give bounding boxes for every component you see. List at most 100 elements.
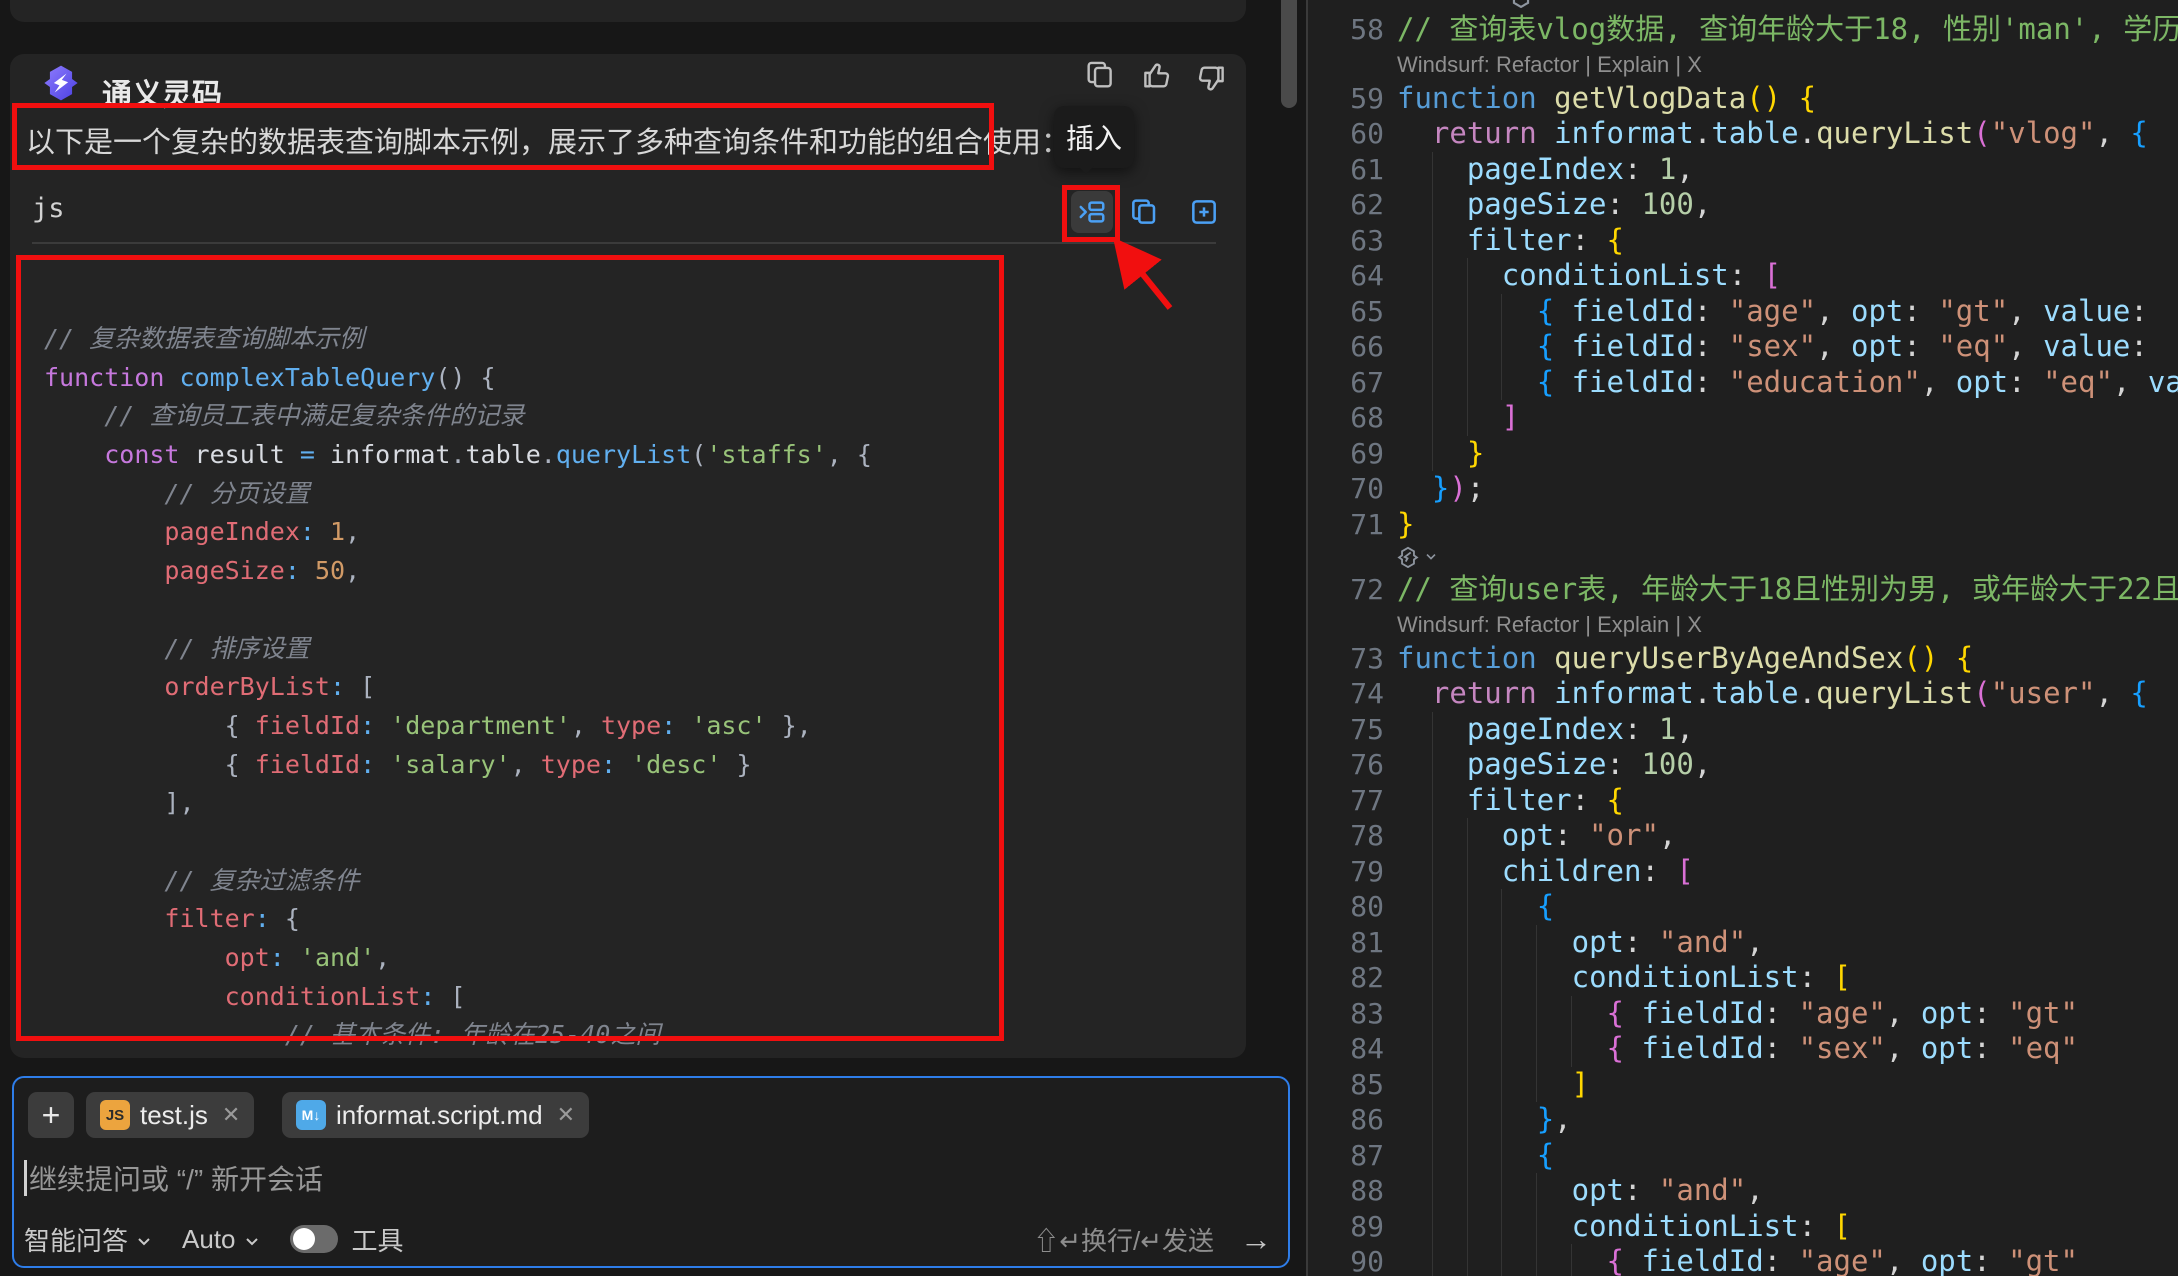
assistant-response-card: // 复杂数据表查询脚本示例function complexTableQuery… [10, 54, 1246, 1058]
copy-code-icon[interactable] [1128, 196, 1160, 228]
line-number: 82 [1308, 960, 1384, 996]
code-line: // 查询员工表中满足复杂条件的记录 [44, 397, 1224, 436]
editor-line: 69 } [1308, 436, 2178, 472]
editor-line: 77 filter: { [1308, 783, 2178, 819]
editor-line: 71} [1308, 507, 2178, 543]
code-editor[interactable]: 58// 查询表vlog数据, 查询年龄大于18, 性别'man', 学历'10… [1308, 0, 2178, 1276]
send-shortcut-hint: ⇧↵换行/↵发送 [1033, 1221, 1214, 1258]
code-line [44, 591, 1224, 630]
editor-line: 74 return informat.table.queryList("user… [1308, 676, 2178, 712]
line-number: 80 [1308, 889, 1384, 925]
editor-line: 78 opt: "or", [1308, 818, 2178, 854]
line-number: 83 [1308, 996, 1384, 1032]
chevron-down-icon[interactable] [134, 1232, 154, 1252]
line-number: 85 [1308, 1067, 1384, 1103]
chat-code-block: // 复杂数据表查询脚本示例function complexTableQuery… [44, 320, 1224, 1058]
line-number: 87 [1308, 1138, 1384, 1174]
code-language-label: js [32, 193, 65, 224]
toggle-knob [293, 1228, 315, 1250]
tools-label: 工具 [352, 1221, 404, 1258]
line-number: 75 [1308, 712, 1384, 748]
editor-line: 66 { fieldId: "sex", opt: "eq", value: [1308, 329, 2178, 365]
input-controls: 智能问答 Auto 工具 ⇧↵换行/↵发送 → [24, 1222, 1272, 1256]
copy-message-icon[interactable] [1083, 58, 1117, 92]
line-number: 67 [1308, 365, 1384, 401]
editor-line: 63 filter: { [1308, 223, 2178, 259]
editor-line: 67 { fieldId: "education", opt: "eq", va… [1308, 365, 2178, 401]
thumbs-up-icon[interactable] [1139, 58, 1173, 92]
line-number: 84 [1308, 1031, 1384, 1067]
editor-line: 72// 查询user表, 年龄大于18且性别为男, 或年龄大于22且性别为女 [1308, 572, 2178, 608]
inline-ai-icon[interactable] [1397, 542, 1439, 572]
line-number: 76 [1308, 747, 1384, 783]
editor-line: 64 conditionList: [ [1308, 258, 2178, 294]
insert-code-icon [1077, 197, 1107, 227]
editor-line: 62 pageSize: 100, [1308, 187, 2178, 223]
close-icon[interactable]: ✕ [218, 1102, 240, 1128]
previous-message-card [10, 0, 1246, 22]
thumbs-down-icon[interactable] [1195, 62, 1229, 96]
codelens-row[interactable]: Windsurf: Refactor | Explain | X [1308, 48, 2178, 81]
add-to-file-icon[interactable] [1188, 196, 1220, 228]
context-chip-testjs[interactable]: JS test.js ✕ [86, 1092, 254, 1138]
chat-input-box[interactable]: + JS test.js ✕ M↓ informat.script.md ✕ 继… [12, 1076, 1290, 1268]
code-line: opt: 'and', [44, 939, 1224, 978]
codelens-actions[interactable]: Windsurf: Refactor | Explain | X [1397, 610, 1702, 640]
context-chip-informat-script[interactable]: M↓ informat.script.md ✕ [282, 1092, 589, 1138]
editor-line: 81 opt: "and", [1308, 925, 2178, 961]
message-input[interactable]: 继续提问或 “/” 新开会话 [24, 1158, 323, 1198]
code-line: // 复杂数据表查询脚本示例 [44, 320, 1224, 359]
code-line: filter: { [44, 900, 1224, 939]
editor-line: 88 opt: "and", [1308, 1173, 2178, 1209]
editor-line: 86 }, [1308, 1102, 2178, 1138]
insert-code-button[interactable] [1071, 191, 1113, 233]
codelens-actions[interactable]: Windsurf: Refactor | Explain | X [1397, 50, 1702, 80]
line-number: 78 [1308, 818, 1384, 854]
code-header-divider [32, 242, 1216, 244]
line-number: 86 [1308, 1102, 1384, 1138]
line-number: 77 [1308, 783, 1384, 819]
editor-line: 90 { fieldId: "age", opt: "gt" [1308, 1244, 2178, 1276]
mode-dropdown[interactable]: 智能问答 [24, 1221, 128, 1258]
chip-label: test.js [140, 1100, 208, 1131]
line-number: 71 [1308, 507, 1384, 543]
editor-line: 82 conditionList: [ [1308, 960, 2178, 996]
line-number: 72 [1308, 572, 1384, 608]
line-number: 74 [1308, 676, 1384, 712]
code-line: { fieldId: 'department', type: 'asc' }, [44, 707, 1224, 746]
model-dropdown[interactable]: Auto [182, 1224, 236, 1255]
editor-line: 68 ] [1308, 400, 2178, 436]
line-number: 65 [1308, 294, 1384, 330]
code-line: orderByList: [ [44, 668, 1224, 707]
editor-line: 65 { fieldId: "age", opt: "gt", value: [1308, 294, 2178, 330]
line-number: 69 [1308, 436, 1384, 472]
send-button[interactable]: → [1240, 1221, 1272, 1258]
line-number: 70 [1308, 471, 1384, 507]
add-context-button[interactable]: + [28, 1092, 74, 1138]
editor-line: 59function getVlogData() { [1308, 81, 2178, 117]
codelens-row[interactable]: Windsurf: Refactor | Explain | X [1308, 608, 2178, 641]
close-icon[interactable]: ✕ [553, 1102, 575, 1128]
line-number: 62 [1308, 187, 1384, 223]
line-number: 64 [1308, 258, 1384, 294]
editor-line: 75 pageIndex: 1, [1308, 712, 2178, 748]
editor-line: 89 conditionList: [ [1308, 1209, 2178, 1245]
editor-line: 80 { [1308, 889, 2178, 925]
chevron-down-icon[interactable] [242, 1232, 262, 1252]
editor-line: 76 pageSize: 100, [1308, 747, 2178, 783]
tools-toggle[interactable] [290, 1225, 338, 1253]
chat-scrollbar-thumb[interactable] [1281, 0, 1297, 108]
insert-tooltip: 插入 [1054, 106, 1134, 168]
line-number: 90 [1308, 1244, 1384, 1276]
line-number: 58 [1308, 12, 1384, 48]
code-line: // 复杂过滤条件 [44, 862, 1224, 901]
editor-line: 83 { fieldId: "age", opt: "gt" [1308, 996, 2178, 1032]
code-line: { fieldId: 'salary', type: 'desc' } [44, 746, 1224, 785]
text-cursor [24, 1160, 27, 1196]
assistant-intro-text: 以下是一个复杂的数据表查询脚本示例，展示了多种查询条件和功能的组合使用： [26, 119, 1070, 161]
line-number: 79 [1308, 854, 1384, 890]
lingma-logo-icon [42, 64, 80, 102]
line-number: 68 [1308, 400, 1384, 436]
line-number: 81 [1308, 925, 1384, 961]
ide-window: // 复杂数据表查询脚本示例function complexTableQuery… [0, 0, 2178, 1276]
